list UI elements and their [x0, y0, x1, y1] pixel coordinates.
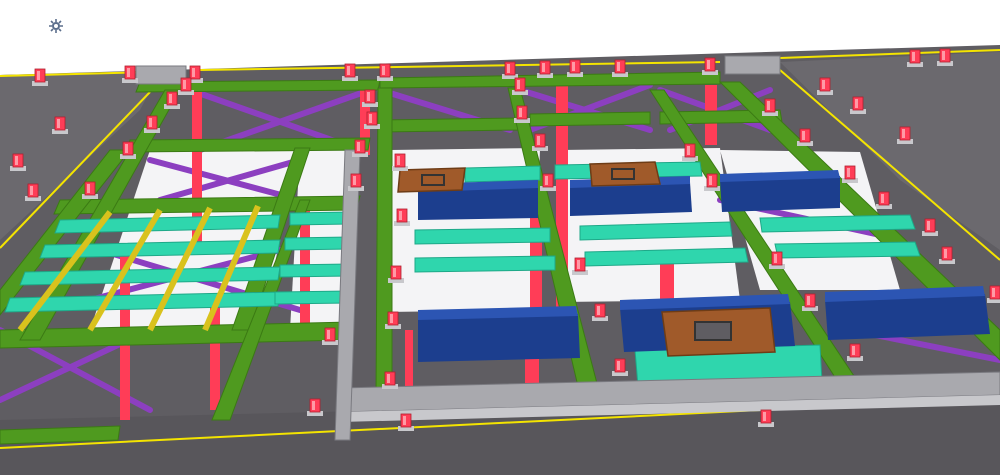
marker-highlight: [597, 306, 600, 315]
marker-highlight: [369, 114, 372, 123]
marker-highlight: [15, 156, 18, 165]
marker-highlight: [399, 211, 402, 220]
marker-highlight: [687, 146, 690, 155]
settings-gear-icon[interactable]: [48, 18, 64, 34]
marker-highlight: [537, 136, 540, 145]
marker-highlight: [183, 80, 186, 89]
marker-highlight: [347, 66, 350, 75]
marker-highlight: [397, 156, 400, 165]
marker-highlight: [57, 119, 60, 128]
marker-highlight: [30, 186, 33, 195]
marker-highlight: [192, 68, 195, 77]
marker-highlight: [149, 118, 152, 127]
marker-highlight: [382, 66, 385, 75]
marker-highlight: [927, 221, 930, 230]
marker-highlight: [774, 254, 777, 263]
marker-highlight: [944, 249, 947, 258]
marker-highlight: [807, 296, 810, 305]
marker-highlight: [847, 168, 850, 177]
marker-highlight: [709, 176, 712, 185]
marker-highlight: [852, 346, 855, 355]
marker-highlight: [881, 194, 884, 203]
marker-highlight: [403, 416, 406, 425]
marker-highlight: [367, 92, 370, 101]
marker-highlight: [519, 108, 522, 117]
marker-highlight: [169, 94, 172, 103]
marker-highlight: [802, 131, 805, 140]
marker-highlight: [312, 401, 315, 410]
marker-highlight: [763, 412, 766, 421]
marker-highlight: [542, 63, 545, 72]
marker-highlight: [855, 99, 858, 108]
marker-highlight: [902, 129, 905, 138]
marker-highlight: [390, 314, 393, 323]
marker-highlight: [767, 101, 770, 110]
marker-highlight: [393, 268, 396, 277]
marker-highlight: [507, 64, 510, 73]
marker-highlight: [617, 62, 620, 71]
marker-highlight: [707, 60, 710, 69]
marker-highlight: [125, 144, 128, 153]
3d-model-viewport[interactable]: [0, 0, 1000, 475]
marker-highlight: [353, 176, 356, 185]
structural-model-scene[interactable]: [0, 0, 1000, 475]
marker-highlight: [822, 80, 825, 89]
marker-highlight: [387, 374, 390, 383]
marker-highlight: [577, 260, 580, 269]
marker-highlight: [517, 80, 520, 89]
marker-highlight: [912, 52, 915, 61]
marker-highlight: [992, 288, 995, 297]
marker-highlight: [37, 71, 40, 80]
marker-highlight: [127, 68, 130, 77]
marker-highlight: [572, 62, 575, 71]
marker-highlight: [357, 142, 360, 151]
marker-highlight: [942, 51, 945, 60]
marker-highlight: [545, 176, 548, 185]
marker-highlight: [87, 184, 90, 193]
marker-highlight: [617, 361, 620, 370]
marker-highlight: [327, 330, 330, 339]
